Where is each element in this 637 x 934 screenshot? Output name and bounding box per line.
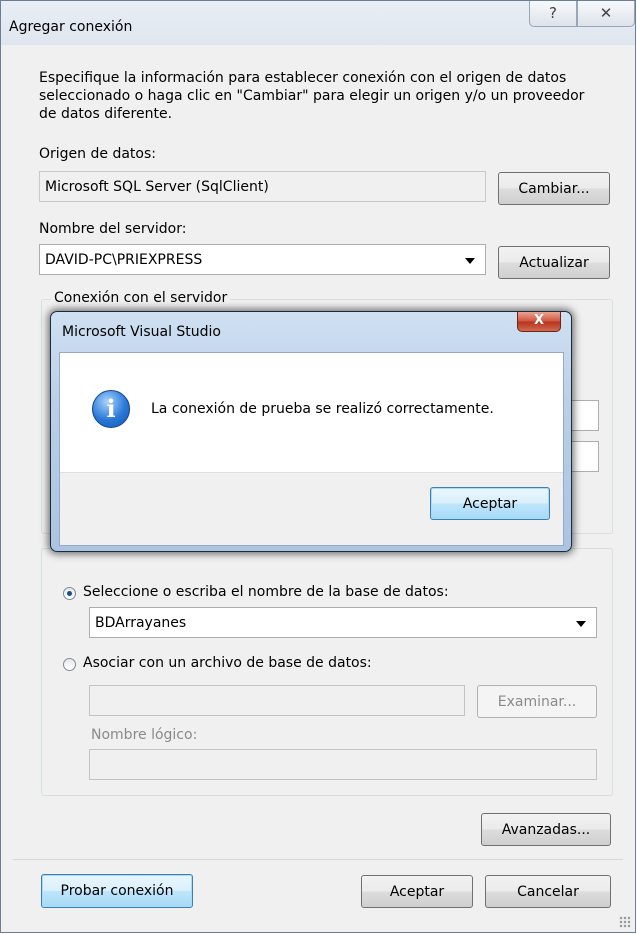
resize-grip-icon[interactable] [619, 916, 631, 928]
message-box: Microsoft Visual Studio X i La conexión … [50, 311, 572, 552]
footer-divider [13, 859, 623, 860]
select-database-radio[interactable] [63, 587, 76, 600]
browse-button[interactable]: Examinar... [477, 685, 597, 718]
info-icon-glyph: i [106, 394, 116, 423]
attach-file-label[interactable]: Asociar con un archivo de base de datos: [83, 655, 372, 671]
radio-selected-dot [67, 591, 72, 596]
message-ok-button[interactable]: Aceptar [430, 487, 550, 520]
change-button[interactable]: Cambiar... [498, 172, 610, 205]
close-button[interactable]: ✕ [577, 1, 635, 27]
advanced-button[interactable]: Avanzadas... [481, 813, 611, 846]
logical-name-label: Nombre lógico: [91, 727, 198, 743]
help-button[interactable]: ? [529, 1, 577, 27]
cancel-button[interactable]: Cancelar [485, 875, 611, 908]
message-box-footer: Aceptar [60, 472, 563, 545]
close-icon: X [533, 313, 545, 328]
server-name-label: Nombre del servidor: [39, 221, 187, 237]
message-box-title: Microsoft Visual Studio [62, 324, 221, 340]
database-name-value: BDArrayanes [95, 615, 187, 631]
test-connection-button[interactable]: Probar conexión [41, 874, 193, 908]
attach-file-radio[interactable] [63, 658, 76, 671]
message-text: La conexión de prueba se realizó correct… [151, 401, 494, 417]
title-bar: Agregar conexión ? ✕ [1, 1, 635, 45]
message-box-body: i La conexión de prueba se realizó corre… [59, 352, 564, 546]
info-icon: i [92, 390, 130, 428]
message-box-close-button[interactable]: X [517, 312, 561, 332]
help-icon: ? [549, 4, 557, 22]
close-icon: ✕ [599, 4, 613, 22]
database-name-combobox[interactable]: BDArrayanes [89, 607, 597, 638]
refresh-button[interactable]: Actualizar [498, 246, 610, 279]
dialog-title: Agregar conexión [9, 19, 133, 35]
server-name-combobox[interactable]: DAVID-PC\PRIEXPRESS [39, 244, 486, 275]
datasource-label: Origen de datos: [39, 146, 156, 162]
datasource-field: Microsoft SQL Server (SqlClient) [39, 171, 486, 202]
database-file-input[interactable] [89, 685, 465, 716]
ok-button[interactable]: Aceptar [361, 875, 473, 908]
description-text: Especifique la información para establec… [39, 70, 585, 122]
chevron-down-icon[interactable] [576, 621, 586, 627]
server-connection-group-label: Conexión con el servidor [51, 290, 231, 306]
chevron-down-icon[interactable] [465, 258, 475, 264]
logical-name-input[interactable] [89, 749, 597, 780]
select-database-label[interactable]: Seleccione o escriba el nombre de la bas… [83, 584, 449, 600]
server-name-value: DAVID-PC\PRIEXPRESS [45, 252, 203, 268]
